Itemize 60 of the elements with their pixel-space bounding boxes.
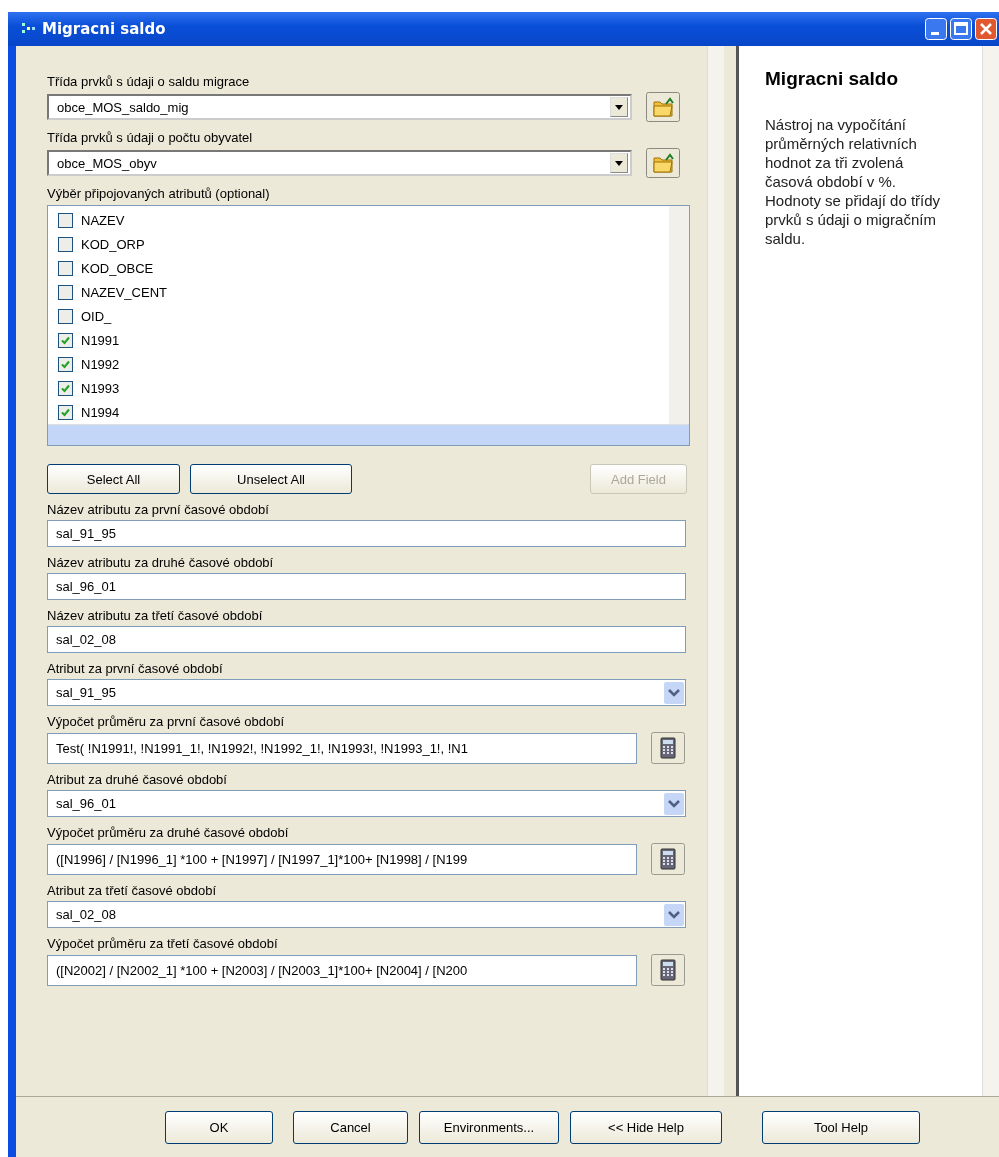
expression-field[interactable]: ([N1996] / [N1996_1] *100 + [N1997] / [N1997_1]*100+ [N1998] / [N199: [47, 843, 637, 875]
field-label: Výpočet průměru za první časové období: [47, 713, 286, 731]
button[interactable]: Select All: [47, 464, 180, 494]
dropdown-field[interactable]: sal_02_08: [47, 901, 686, 928]
dropdown-field[interactable]: sal_96_01: [47, 790, 686, 817]
field-label: Název atributu za třetí časové období: [47, 607, 264, 625]
checkbox-label: N1994: [81, 404, 120, 420]
checkbox[interactable]: [58, 260, 73, 276]
dropdown-field[interactable]: sal_91_95: [47, 679, 686, 706]
button[interactable]: << Hide Help: [570, 1110, 722, 1144]
text-field[interactable]: sal_91_95: [47, 520, 686, 547]
checkbox-label: KOD_OBCE: [81, 260, 154, 276]
checkbox-label: OID_: [81, 308, 112, 324]
calculator-icon[interactable]: [651, 954, 685, 986]
field-label: Výpočet průměru za druhé časové období: [47, 824, 290, 842]
field-label: Atribut za první časové období: [47, 660, 224, 678]
minimize-icon[interactable]: [925, 18, 947, 40]
field-label: Atribut za druhé časové období: [47, 771, 228, 789]
button[interactable]: Unselect All: [190, 464, 352, 494]
field-label: Název atributu za první časové období: [47, 501, 270, 519]
checkbox-label: N1991: [81, 332, 120, 348]
browse-folder-icon[interactable]: [646, 148, 680, 178]
checkbox[interactable]: [58, 404, 73, 420]
checkbox[interactable]: [58, 212, 73, 228]
checkbox[interactable]: [58, 356, 73, 372]
dropdown-field[interactable]: obce_MOS_obyv: [47, 150, 632, 176]
text-field[interactable]: sal_96_01: [47, 573, 686, 600]
close-icon[interactable]: [975, 18, 997, 40]
window-title: Migracni saldo: [42, 20, 166, 38]
dropdown-field[interactable]: obce_MOS_saldo_mig: [47, 94, 632, 120]
expression-field[interactable]: ([N2002] / [N2002_1] *100 + [N2003] / [N2003_1]*100+ [N2004] / [N200: [47, 954, 637, 986]
calculator-icon[interactable]: [651, 732, 685, 764]
checkbox-label: N1993: [81, 380, 120, 396]
help-title: Migracni saldo: [765, 68, 900, 90]
checkbox[interactable]: [58, 332, 73, 348]
maximize-icon[interactable]: [950, 18, 972, 40]
field-label: Výpočet průměru za třetí časové období: [47, 935, 279, 953]
checkbox-label: NAZEV: [81, 212, 125, 228]
checkbox[interactable]: [58, 236, 73, 252]
field-label: Výběr připojovaných atributů (optional): [47, 185, 271, 203]
button[interactable]: Tool Help: [762, 1110, 920, 1144]
checkbox-label: NAZEV_CENT: [81, 284, 167, 300]
checkbox[interactable]: [58, 284, 73, 300]
checkbox-label: KOD_ORP: [81, 236, 145, 252]
checkbox[interactable]: [58, 380, 73, 396]
calculator-icon[interactable]: [651, 843, 685, 875]
button[interactable]: Environments...: [419, 1110, 559, 1144]
field-label: Třída prvků s údaji o saldu migrace: [47, 73, 251, 91]
expression-field[interactable]: Test( !N1991!, !N1991_1!, !N1992!, !N1992_1!, !N1993!, !N1993_1!, !N1: [47, 732, 637, 764]
field-label: Atribut za třetí časové období: [47, 882, 218, 900]
field-label: Třída prvků s údaji o počtu obyvatel: [47, 129, 254, 147]
app-icon: [22, 23, 36, 35]
button[interactable]: OK: [165, 1110, 273, 1144]
help-text: Nástroj na vypočítání průměrných relativních hodnot za tři zvolená časová období v %. Hodnoty se přidají do třídy prvků s údaji o migračním saldu.: [765, 115, 942, 248]
button[interactable]: Cancel: [293, 1110, 408, 1144]
checkbox[interactable]: [58, 308, 73, 324]
browse-folder-icon[interactable]: [646, 92, 680, 122]
text-field[interactable]: sal_02_08: [47, 626, 686, 653]
checkbox-label: N1992: [81, 356, 120, 372]
field-label: Název atributu za druhé časové období: [47, 554, 275, 572]
